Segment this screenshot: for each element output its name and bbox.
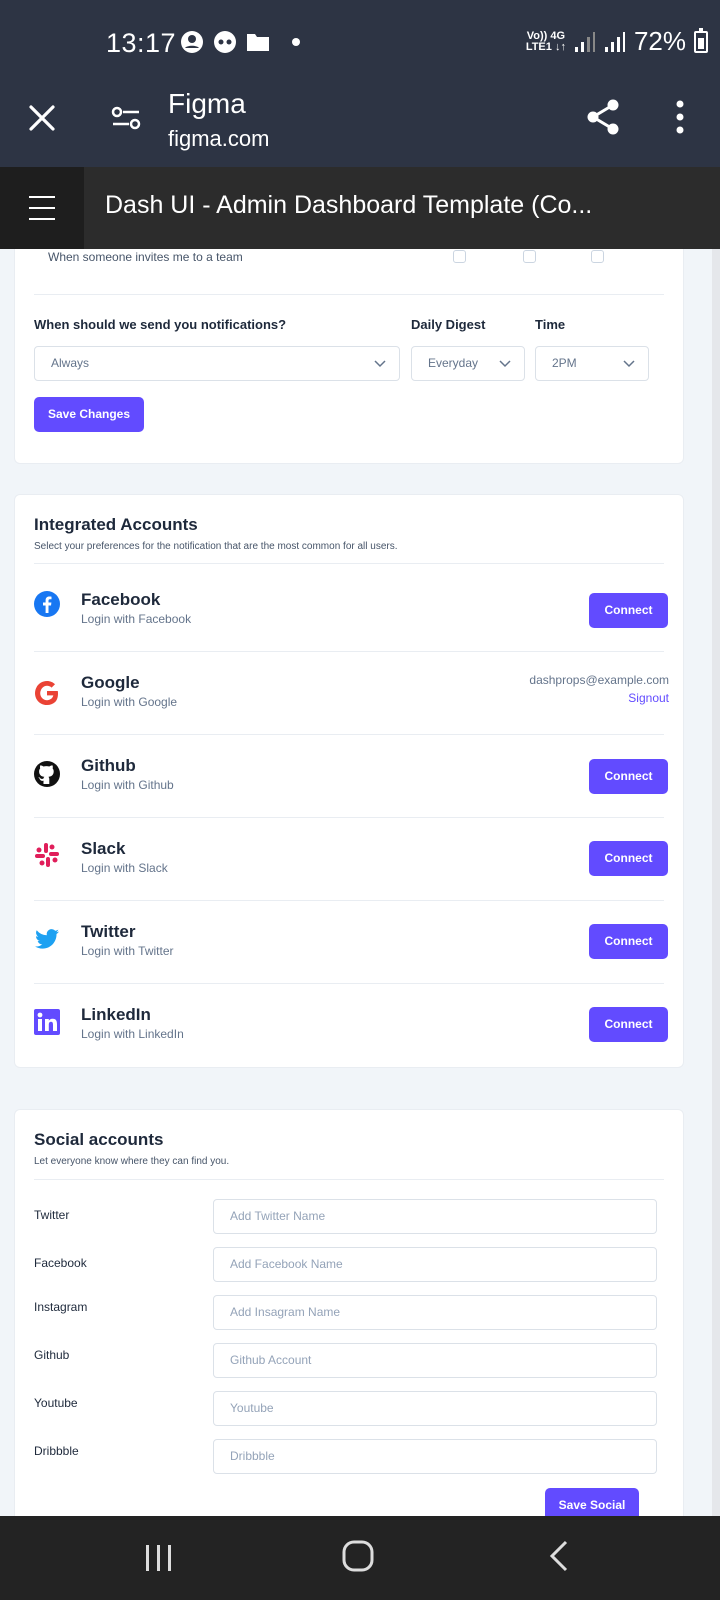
github-icon [34,761,60,787]
facebook-name-input[interactable]: Add Facebook Name [213,1247,657,1282]
integrated-accounts-card: Integrated Accounts Select your preferen… [14,494,684,1068]
chevron-down-icon [374,360,386,368]
canvas: When someone invites me to a team When s… [0,249,720,1516]
divider [34,563,664,564]
account-name: Facebook [81,590,161,609]
notification-when-select[interactable]: Always [34,346,400,381]
close-icon[interactable] [26,102,58,134]
connect-github-button[interactable]: Connect [589,759,668,794]
google-signout-link[interactable]: Signout [628,691,669,705]
dribbble-input[interactable]: Dribbble [213,1439,657,1474]
account-name: Slack [81,839,126,858]
linkedin-icon [34,1009,60,1035]
page-url[interactable]: figma.com [168,126,269,152]
account-subtitle: Login with Facebook [81,612,192,626]
dribbble-label: Dribbble [34,1444,79,1458]
integrated-accounts-title: Integrated Accounts [34,515,198,534]
instagram-name-input[interactable]: Add Insagram Name [213,1295,657,1330]
divider [34,734,664,735]
status-bar: 13:17 Vo)) 4G LTE1 ↓↑ 72% [0,0,720,84]
connect-slack-button[interactable]: Connect [589,841,668,876]
github-account-input[interactable]: Github Account [213,1343,657,1378]
integrated-accounts-subtitle: Select your preferences for the notifica… [34,541,398,552]
slack-icon [35,843,59,867]
notification-when-label: When should we send you notifications? [34,317,287,332]
signal-icon [604,31,625,52]
account-name: Twitter [81,922,136,941]
invite-checkbox-email[interactable] [453,250,466,263]
daily-digest-select[interactable]: Everyday [411,346,525,381]
browser-toolbar: Figma figma.com [0,84,720,167]
scrollbar[interactable] [712,249,720,1516]
assistant-icon [214,31,236,53]
github-label: Github [34,1348,70,1362]
network-indicator: Vo)) 4G LTE1 ↓↑ [525,29,566,53]
home-icon[interactable] [342,1540,374,1572]
account-subtitle: Login with Twitter [81,944,174,958]
connect-facebook-button[interactable]: Connect [589,593,668,628]
chevron-down-icon [499,360,511,368]
youtube-input[interactable]: Youtube [213,1391,657,1426]
account-name: Github [81,756,136,775]
save-changes-button[interactable]: Save Changes [34,397,144,432]
divider [34,294,664,295]
more-options-icon[interactable] [672,98,688,136]
connected-email: dashprops@example.com [529,673,669,687]
social-accounts-subtitle: Let everyone know where they can find yo… [34,1156,230,1167]
notification-dot [292,38,300,46]
page-title: Figma [168,88,246,119]
twitter-icon [35,929,59,949]
folder-icon [247,34,269,51]
account-name: LinkedIn [81,1005,151,1024]
save-social-button[interactable]: Save Social [545,1488,639,1516]
time-select[interactable]: 2PM [535,346,649,381]
file-bar: Dash UI - Admin Dashboard Template (Co..… [0,167,720,249]
recent-apps-icon[interactable] [144,1544,174,1572]
account-subtitle: Login with Google [81,695,178,709]
account-icon [181,31,203,53]
facebook-icon [34,591,60,617]
divider [34,900,664,901]
divider [34,983,664,984]
connect-linkedin-button[interactable]: Connect [589,1007,668,1042]
social-accounts-title: Social accounts [34,1130,164,1149]
instagram-label: Instagram [34,1300,88,1314]
google-icon [35,681,58,705]
youtube-label: Youtube [34,1396,78,1410]
account-subtitle: Login with Github [81,778,174,792]
daily-digest-label: Daily Digest [411,317,486,332]
notification-settings-card: When someone invites me to a team When s… [14,249,684,464]
site-settings-icon[interactable] [110,102,142,134]
account-subtitle: Login with Slack [81,861,168,875]
time-label: Time [535,317,566,332]
twitter-label: Twitter [34,1208,70,1222]
divider [34,651,664,652]
navigation-bar [0,1516,720,1600]
connect-twitter-button[interactable]: Connect [589,924,668,959]
divider [34,817,664,818]
battery-percent: 72% [633,26,686,56]
hamburger-menu-icon[interactable] [0,167,84,249]
social-accounts-card: Social accounts Let everyone know where … [14,1109,684,1516]
facebook-label: Facebook [34,1256,87,1270]
back-icon[interactable] [548,1540,570,1572]
clock: 13:17 [106,28,177,58]
twitter-name-input[interactable]: Add Twitter Name [213,1199,657,1234]
account-subtitle: Login with LinkedIn [81,1027,184,1041]
share-icon[interactable] [584,98,622,136]
account-name: Google [81,673,140,692]
file-title: Dash UI - Admin Dashboard Template (Co..… [105,191,593,219]
battery-icon [694,27,708,53]
chevron-down-icon [623,360,635,368]
divider [34,1179,664,1180]
invite-checkbox-push[interactable] [523,250,536,263]
signal-icon [574,31,595,52]
invite-label: When someone invites me to a team [48,250,243,264]
invite-checkbox-sms[interactable] [591,250,604,263]
